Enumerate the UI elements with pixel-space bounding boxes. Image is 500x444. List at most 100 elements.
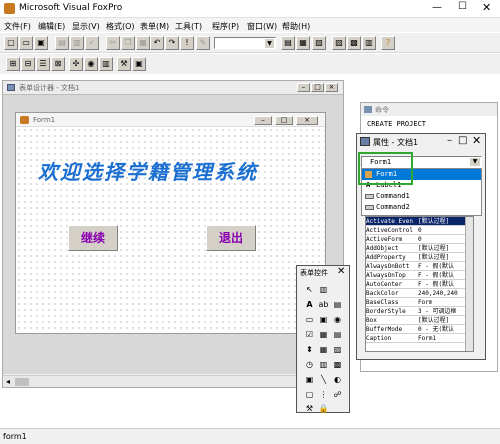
menu-view[interactable]: 显示(V)	[72, 21, 100, 32]
shape-tool-icon[interactable]: ◐	[332, 374, 343, 385]
button-lock-icon[interactable]: 🔒	[318, 403, 329, 414]
combobox-tool-icon[interactable]: ▦	[318, 329, 329, 340]
menu-help[interactable]: 帮助(H)	[282, 21, 310, 32]
property-row[interactable]: BaseClass Form	[366, 298, 473, 307]
menu-window[interactable]: 窗口(W)	[247, 21, 277, 32]
label-tool-icon[interactable]: A	[304, 299, 315, 310]
command-button-tool-icon[interactable]: ▭	[304, 314, 315, 325]
label1-heading[interactable]: 欢迎选择学籍管理系统	[38, 156, 298, 185]
color-palette-icon[interactable]: ◉	[84, 57, 98, 71]
designer-maximize-button[interactable]: □	[311, 83, 324, 92]
menu-format[interactable]: 格式(O)	[106, 21, 135, 32]
menu-form[interactable]: 表单(M)	[140, 21, 169, 32]
close-button[interactable]: ✕	[482, 1, 491, 14]
pageframe-tool-icon[interactable]: ▥	[318, 359, 329, 370]
object-option-command1[interactable]: Command1	[362, 191, 481, 202]
property-row[interactable]: AutoCenter F - 假(默认	[366, 280, 473, 289]
form-builder-icon[interactable]: ⚒	[117, 57, 131, 71]
property-row[interactable]: AddObject [默认过程]	[366, 244, 473, 253]
property-row[interactable]: Caption Form1	[366, 334, 473, 343]
property-row[interactable]: Activate Even [默认过程]	[366, 217, 473, 226]
data-environment-icon[interactable]: ⊟	[21, 57, 35, 71]
designer-minimize-button[interactable]: –	[297, 83, 310, 92]
property-row[interactable]: AddProperty [默认过程]	[366, 253, 473, 262]
form-close-button[interactable]: ×	[296, 116, 318, 125]
pointer-icon[interactable]: ↖	[304, 284, 315, 295]
property-row[interactable]: Box [默认过程]	[366, 316, 473, 325]
open-folder-icon[interactable]: ▭	[19, 36, 33, 50]
data-session-icon[interactable]: ▦	[296, 36, 310, 50]
auto-format-icon[interactable]: ▣	[132, 57, 146, 71]
property-row[interactable]: BorderStyle 3 - 可调边框	[366, 307, 473, 316]
object-option-command2[interactable]: Command2	[362, 202, 481, 213]
spinner-tool-icon[interactable]: ⬍	[304, 344, 315, 355]
undo-icon[interactable]: ↶	[150, 36, 164, 50]
print-icon[interactable]: ▤	[55, 36, 69, 50]
designer-horizontal-scrollbar[interactable]: ◂	[3, 375, 343, 387]
run-icon[interactable]: !	[180, 36, 194, 50]
form-wizard-icon[interactable]: ▧	[312, 36, 326, 50]
code-window-icon[interactable]: ⊠	[51, 57, 65, 71]
menu-program[interactable]: 程序(P)	[212, 21, 239, 32]
menu-tools[interactable]: 工具(T)	[175, 21, 202, 32]
property-row[interactable]: BackColor 240,240,240	[366, 289, 473, 298]
properties-minimize-button[interactable]: –	[447, 135, 452, 146]
set-tab-order-icon[interactable]: ⊞	[6, 57, 20, 71]
modify-icon[interactable]: ✎	[196, 36, 210, 50]
cut-icon[interactable]: ✂	[106, 36, 120, 50]
timer-tool-icon[interactable]: ◷	[304, 359, 315, 370]
option-group-tool-icon[interactable]: ◉	[332, 314, 343, 325]
autoform-icon[interactable]: ▩	[347, 36, 361, 50]
scroll-left-icon[interactable]: ◂	[6, 377, 10, 386]
paste-icon[interactable]: ▦	[136, 36, 150, 50]
command-group-tool-icon[interactable]: ▣	[318, 314, 329, 325]
textbox-tool-icon[interactable]: ab	[318, 299, 329, 310]
maximize-button[interactable]: ☐	[458, 1, 467, 12]
command-window-text[interactable]: CREATE PROJECT	[367, 120, 426, 128]
view-classes-icon[interactable]: ▥	[318, 284, 329, 295]
menu-edit[interactable]: 编辑(E)	[38, 21, 65, 32]
new-file-icon[interactable]: ▢	[4, 36, 18, 50]
form-minimize-button[interactable]: –	[254, 116, 272, 125]
properties-window-icon[interactable]: ☰	[36, 57, 50, 71]
layout-icon[interactable]: ▥	[99, 57, 113, 71]
checkbox-tool-icon[interactable]: ☑	[304, 329, 315, 340]
ole-container-tool-icon[interactable]: ▩	[332, 359, 343, 370]
properties-close-button[interactable]: ✕	[472, 134, 481, 147]
autoreport-icon[interactable]: ▥	[362, 36, 376, 50]
grid-tool-icon[interactable]: ▦	[318, 344, 329, 355]
form1[interactable]: Form1 – □ × 欢迎选择学籍管理系统 继续 退出	[15, 112, 326, 334]
property-grid-scrollbar[interactable]	[465, 217, 473, 351]
scroll-thumb[interactable]	[15, 378, 29, 386]
spell-check-icon[interactable]: ✓	[85, 36, 99, 50]
container-tool-icon[interactable]: ▢	[304, 389, 315, 400]
property-row[interactable]: AlwaysOnTop F - 假(默认	[366, 271, 473, 280]
form-maximize-button[interactable]: □	[275, 116, 293, 125]
property-row[interactable]: ActiveForm 0	[366, 235, 473, 244]
help-key-icon[interactable]: ?	[381, 36, 395, 50]
preview-icon[interactable]: ▥	[70, 36, 84, 50]
separator-tool-icon[interactable]: ⋮	[318, 389, 329, 400]
listbox-tool-icon[interactable]: ▤	[332, 329, 343, 340]
designer-close-button[interactable]: ×	[325, 83, 338, 92]
command2-exit-button[interactable]: 退出	[206, 225, 256, 251]
editbox-tool-icon[interactable]: ▤	[332, 299, 343, 310]
image-tool-icon[interactable]: ▨	[332, 344, 343, 355]
hyperlink-tool-icon[interactable]: ☍	[332, 389, 343, 400]
minimize-button[interactable]: —	[432, 2, 442, 13]
property-row[interactable]: BufferMode 0 - 无(默认	[366, 325, 473, 334]
builder-lock-icon[interactable]: ⚒	[304, 403, 315, 414]
copy-icon[interactable]: ❐	[121, 36, 135, 50]
redo-icon[interactable]: ↷	[165, 36, 179, 50]
ole-bound-tool-icon[interactable]: ▣	[304, 374, 315, 385]
command1-continue-button[interactable]: 继续	[68, 225, 118, 251]
form-controls-icon[interactable]: ✣	[69, 57, 83, 71]
line-tool-icon[interactable]: ╲	[318, 374, 329, 385]
menu-file[interactable]: 文件(F)	[4, 21, 31, 32]
save-icon[interactable]: ▣	[34, 36, 48, 50]
database-select[interactable]: ▼	[214, 37, 276, 49]
property-row[interactable]: ActiveControl 0	[366, 226, 473, 235]
report-wizard-icon[interactable]: ▨	[332, 36, 346, 50]
command-window-icon[interactable]: ▤	[281, 36, 295, 50]
toolbox-close-button[interactable]: ✕	[337, 266, 345, 277]
